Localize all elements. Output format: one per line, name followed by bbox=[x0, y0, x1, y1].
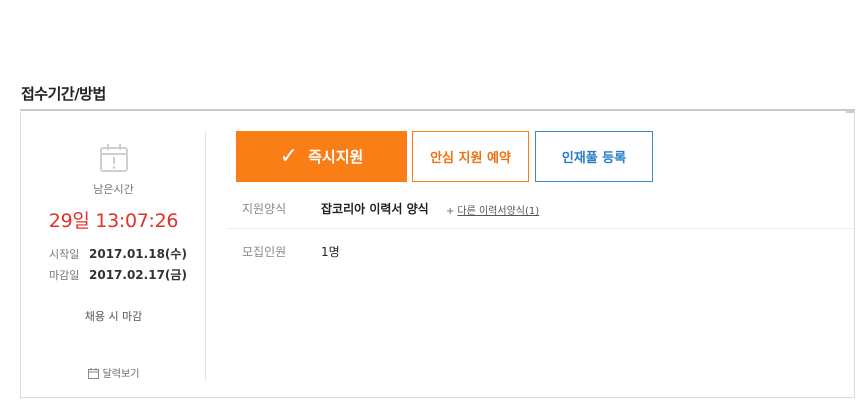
corner-line bbox=[846, 111, 854, 113]
other-forms-link[interactable]: + 다른 이력서양식(1) bbox=[446, 202, 539, 217]
end-date-label: 마감일 bbox=[49, 269, 80, 282]
small-calendar-icon bbox=[87, 368, 99, 379]
calendar-alert-icon bbox=[99, 143, 129, 177]
remaining-time-label: 남은시간 bbox=[93, 183, 134, 196]
application-method-value: 잡코리아 이력서 양식 bbox=[321, 202, 429, 216]
apply-now-button[interactable]: ✓ 즉시지원 bbox=[236, 131, 407, 182]
headcount-label: 모집인원 bbox=[242, 245, 287, 259]
calendar-view-link[interactable]: 달력보기 bbox=[21, 365, 206, 380]
start-date-row: 시작일 2017.01.18(수) bbox=[49, 245, 187, 262]
end-date-row: 마감일 2017.02.17(금) bbox=[49, 266, 187, 283]
application-method-row: 지원양식 잡코리아 이력서 양식 + 다른 이력서양식(1) bbox=[226, 188, 854, 229]
application-box: 남은시간 29일 13:07:26 시작일 2017.01.18(수) 마감일 20… bbox=[20, 109, 855, 398]
countdown-timer: 29일 13:07:26 bbox=[48, 210, 179, 232]
start-date-value: 2017.01.18(수) bbox=[89, 247, 187, 261]
deadline-panel: 남은시간 29일 13:07:26 시작일 2017.01.18(수) 마감일 20… bbox=[21, 111, 206, 397]
plus-icon: + bbox=[446, 206, 455, 217]
reserve-apply-button[interactable]: 안심 지원 예약 bbox=[412, 131, 529, 182]
application-method-label: 지원양식 bbox=[242, 202, 287, 216]
headcount-value: 1명 bbox=[321, 245, 340, 259]
apply-now-label: 즉시지원 bbox=[308, 148, 364, 166]
section-title: 접수기간/방법 bbox=[21, 85, 106, 103]
close-note: 채용 시 마감 bbox=[84, 310, 143, 323]
other-forms-label: 다른 이력서양식(1) bbox=[457, 206, 540, 217]
vertical-divider bbox=[205, 131, 206, 381]
start-date-label: 시작일 bbox=[49, 248, 80, 261]
headcount-row: 모집인원 1명 bbox=[226, 231, 854, 271]
check-icon: ✓ bbox=[279, 144, 299, 169]
talent-pool-register-button[interactable]: 인재풀 등록 bbox=[535, 131, 653, 182]
calendar-view-label: 달력보기 bbox=[102, 369, 140, 380]
end-date-value: 2017.02.17(금) bbox=[89, 268, 187, 282]
